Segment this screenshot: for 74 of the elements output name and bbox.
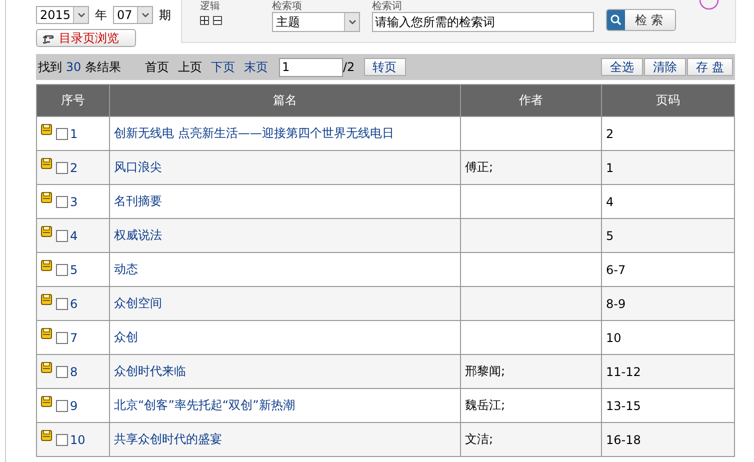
logic-label: 逻辑	[200, 0, 221, 12]
column-header: 序号	[36, 84, 110, 116]
browse-button[interactable]: 目录页浏览	[36, 29, 136, 47]
author-cell: 魏岳江;	[465, 398, 506, 412]
page-input[interactable]: 1	[278, 58, 343, 76]
page-range-cell: 2	[606, 126, 614, 140]
author-cell: 文洁;	[465, 432, 494, 446]
result-count: 找到 30 条结果	[38, 58, 121, 76]
page-range-cell: 10	[606, 330, 622, 344]
author-cell: 傅正;	[465, 160, 494, 174]
page-total: /2	[342, 60, 355, 74]
column-header: 作者	[460, 84, 602, 116]
issue-label: 期	[159, 6, 171, 24]
article-title-link[interactable]: 名刊摘要	[114, 194, 162, 208]
row-number: 5	[70, 262, 78, 276]
search-icon	[607, 10, 625, 30]
action-button[interactable]: 全选	[601, 58, 644, 76]
article-title-link[interactable]: 众创	[114, 330, 138, 344]
row-number: 2	[70, 160, 78, 174]
action-button[interactable]: 存 盘	[687, 58, 733, 76]
row-number: 9	[70, 398, 78, 412]
row-number: 8	[70, 364, 78, 378]
article-title-link[interactable]: 权威说法	[114, 228, 162, 242]
term-label: 检索词	[372, 0, 403, 12]
field-select[interactable]: 主题	[272, 12, 360, 32]
row-checkbox[interactable]	[56, 366, 68, 378]
row-number: 6	[70, 296, 78, 310]
search-button[interactable]: 检 索	[606, 9, 676, 31]
row-checkbox[interactable]	[56, 332, 68, 344]
minus-icon[interactable]	[213, 16, 222, 25]
page-range-cell: 13-15	[606, 398, 641, 412]
pager-link[interactable]: 下页	[210, 58, 235, 76]
article-title-link[interactable]: 动态	[114, 262, 138, 276]
column-header: 页码	[602, 84, 734, 116]
page-range-cell: 8-9	[606, 296, 626, 310]
page-range-cell: 1	[606, 160, 614, 174]
article-title-link[interactable]: 共享众创时代的盛宴	[114, 432, 222, 446]
page-range-cell: 16-18	[606, 432, 641, 446]
field-label: 检索项	[272, 0, 303, 12]
row-checkbox[interactable]	[56, 264, 68, 276]
goto-button[interactable]: 转页	[364, 58, 406, 76]
caret-icon	[73, 7, 88, 23]
row-checkbox[interactable]	[56, 298, 68, 310]
caret-icon	[344, 13, 359, 31]
article-title-link[interactable]: 风口浪尖	[114, 160, 162, 174]
row-checkbox[interactable]	[56, 400, 68, 412]
row-number: 10	[70, 432, 86, 446]
column-header: 篇名	[110, 84, 460, 116]
row-number: 4	[70, 228, 78, 242]
search-field[interactable]: 请输入您所需的检索词	[372, 12, 594, 32]
author-cell: 邢黎闻;	[465, 364, 506, 378]
row-checkbox[interactable]	[56, 196, 68, 208]
pager-link[interactable]: 首页	[144, 58, 169, 76]
caret-icon	[137, 7, 152, 23]
page-range-cell: 6-7	[606, 262, 626, 276]
page-range-cell: 4	[606, 194, 614, 208]
page-range-cell: 11-12	[606, 364, 641, 378]
page-range-cell: 5	[606, 228, 614, 242]
action-button[interactable]: 清除	[644, 58, 686, 76]
row-checkbox[interactable]	[56, 128, 68, 140]
article-title-link[interactable]: 众创空间	[114, 296, 162, 310]
pager-link[interactable]: 上页	[178, 58, 202, 76]
row-checkbox[interactable]	[56, 162, 68, 174]
year-label: 年	[95, 6, 107, 24]
row-number: 7	[70, 330, 78, 344]
pager-link[interactable]: 末页	[244, 58, 268, 76]
row-number: 1	[70, 126, 78, 140]
year-select[interactable]: 2015	[36, 6, 89, 24]
article-title-link[interactable]: 众创时代来临	[114, 364, 186, 378]
row-number: 3	[70, 194, 78, 208]
issue-select[interactable]: 07	[113, 6, 153, 24]
plus-icon[interactable]	[200, 16, 209, 25]
row-checkbox[interactable]	[56, 434, 68, 446]
row-checkbox[interactable]	[56, 230, 68, 242]
